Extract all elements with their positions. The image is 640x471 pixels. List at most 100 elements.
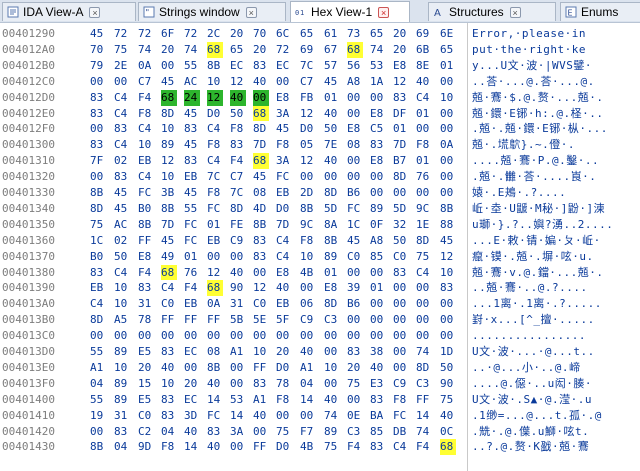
hex-byte[interactable]: 83 [207,424,223,440]
hex-byte[interactable]: C0 [347,249,363,265]
hex-byte[interactable]: 00 [253,328,269,344]
hex-byte[interactable]: DB [393,424,409,440]
hex-byte[interactable]: 6B [416,42,432,58]
hex-byte[interactable]: 40 [324,392,340,408]
hex-byte[interactable]: 83 [370,392,386,408]
hex-byte[interactable]: EB [90,280,106,296]
ascii-column[interactable]: .兡·.雦·荅·....崀·. [472,169,596,185]
hex-byte[interactable]: A8 [370,233,386,249]
hex-byte[interactable]: 10 [114,280,130,296]
hex-row[interactable]: 00401290 45 72 72 6F 72 2C 20 70 6C 65 61 73 65 20 69 6E… [0,26,640,42]
hex-byte[interactable]: 00 [207,249,223,265]
hex-byte[interactable]: 19 [90,408,106,424]
hex-byte[interactable]: 12 [161,153,177,169]
hex-byte[interactable]: 10 [253,344,269,360]
tab-enums[interactable]: E Enums [560,2,640,21]
hex-byte[interactable]: 05 [300,137,316,153]
hex-byte[interactable]: FC [207,201,223,217]
hex-byte[interactable]: 85 [370,424,386,440]
ascii-column[interactable]: .兟·.@.僷.u鰤·呟t. [472,424,589,440]
hex-byte[interactable]: 83 [253,58,269,74]
hex-byte[interactable]: 3A [276,106,292,122]
hex-byte[interactable]: 40 [207,439,223,455]
tab-ida-view-a[interactable]: IDA View-A × [2,2,136,21]
ascii-column[interactable]: ..兡·鶱·..@.?.... [472,280,588,296]
hex-byte[interactable]: E3 [370,376,386,392]
hex-byte[interactable]: 32 [393,217,409,233]
hex-byte[interactable]: C3 [347,424,363,440]
close-icon[interactable]: × [89,6,101,18]
hex-byte[interactable]: F4 [184,280,200,296]
hex-byte[interactable]: 83 [347,344,363,360]
hex-byte[interactable]: 40 [230,265,246,281]
hex-byte[interactable]: 45 [114,201,130,217]
hex-byte[interactable]: 7D [253,137,269,153]
ascii-column[interactable]: ....兡·鶱·P.@.鑿·.. [472,153,599,169]
hex-byte[interactable]: 12 [230,74,246,90]
hex-byte[interactable]: 83 [230,137,246,153]
hex-byte[interactable]: 12 [300,106,316,122]
hex-byte[interactable]: A5 [114,312,130,328]
hex-byte[interactable]: 00 [416,185,432,201]
ascii-column[interactable]: u瑡·}.?..嬩?湧..2.... [472,217,613,233]
hex-byte[interactable]: C9 [300,312,316,328]
hex-byte[interactable]: C7 [138,74,154,90]
hex-byte[interactable]: C4 [161,280,177,296]
hex-byte[interactable]: 4D [253,201,269,217]
hex-byte[interactable]: 00 [416,328,432,344]
hex-byte[interactable]: F8 [300,233,316,249]
hex-byte[interactable]: 00 [230,360,246,376]
hex-byte[interactable]: 83 [114,424,130,440]
hex-byte[interactable]: F4 [230,153,246,169]
hex-byte[interactable]: 6E [440,26,456,42]
hex-byte[interactable]: 90 [440,376,456,392]
hex-row[interactable]: 004013B0 8D A5 78 FF FF FF 5B 5E 5F C9 C3 00 00 00 00 00… [0,312,640,328]
hex-byte[interactable]: 20 [230,26,246,42]
hex-byte[interactable]: F8 [207,185,223,201]
hex-byte[interactable]: 12 [207,265,223,281]
hex-byte[interactable]: 9D [138,439,154,455]
hex-byte[interactable]: 65 [370,26,386,42]
hex-byte[interactable]: 00 [393,360,409,376]
hex-byte[interactable]: 75 [416,249,432,265]
hex-byte[interactable]: EB [276,185,292,201]
hex-byte[interactable]: 8B [138,217,154,233]
hex-byte[interactable]: 55 [184,201,200,217]
hex-byte[interactable]: A1 [253,392,269,408]
hex-byte[interactable]: 24 [184,89,200,106]
hex-byte[interactable]: 68 [207,280,223,297]
hex-row[interactable]: 004013A0 C4 10 31 C0 EB 0A 31 C0 EB 06 8D B6 00 00 00 00… [0,296,640,312]
hex-byte[interactable]: E5 [138,344,154,360]
hex-byte[interactable]: E8 [324,280,340,296]
hex-byte[interactable]: C0 [161,296,177,312]
hex-byte[interactable]: 01 [440,58,456,74]
hex-byte[interactable]: 00 [324,328,340,344]
hex-byte[interactable]: 20 [138,360,154,376]
hex-byte[interactable]: 83 [184,121,200,137]
hex-byte[interactable]: 00 [416,312,432,328]
hex-byte[interactable]: 00 [90,169,106,185]
hex-row[interactable]: 004012B0 79 2E 0A 00 55 8B EC 83 EC 7C 57 56 53 E8 8E 01… [0,58,640,74]
hex-byte[interactable]: 8D [90,201,106,217]
hex-byte[interactable]: E8 [138,249,154,265]
hex-byte[interactable]: C4 [393,439,409,455]
hex-byte[interactable]: C4 [114,137,130,153]
hex-byte[interactable]: 83 [393,265,409,281]
hex-row[interactable]: 00401400 55 89 E5 83 EC 14 53 A1 F8 14 40 00 83 F8 FF 75… [0,392,640,408]
hex-byte[interactable]: 50 [440,360,456,376]
hex-byte[interactable]: 01 [324,90,340,106]
hex-byte[interactable]: C3 [416,376,432,392]
hex-byte[interactable]: 8D [324,296,340,312]
hex-byte[interactable]: FE [230,217,246,233]
hex-row[interactable]: 00401320 00 83 C4 10 EB 7C C7 45 FC 00 00 00 00 8D 76 00… [0,169,640,185]
hex-byte[interactable]: 83 [138,280,154,296]
hex-byte[interactable]: 78 [138,312,154,328]
ascii-column[interactable]: 兡·.塃鴥}.~.僜·. [472,137,575,153]
hex-byte[interactable]: 2D [300,185,316,201]
ascii-column[interactable]: 岴·坴·U鼶·M秘·]鼢·]湅 [472,201,605,217]
hex-byte[interactable]: 00 [276,328,292,344]
hex-byte[interactable]: 01 [207,217,223,233]
hex-byte[interactable]: A8 [347,74,363,90]
hex-byte[interactable]: 89 [161,137,177,153]
hex-byte[interactable]: 72 [138,26,154,42]
